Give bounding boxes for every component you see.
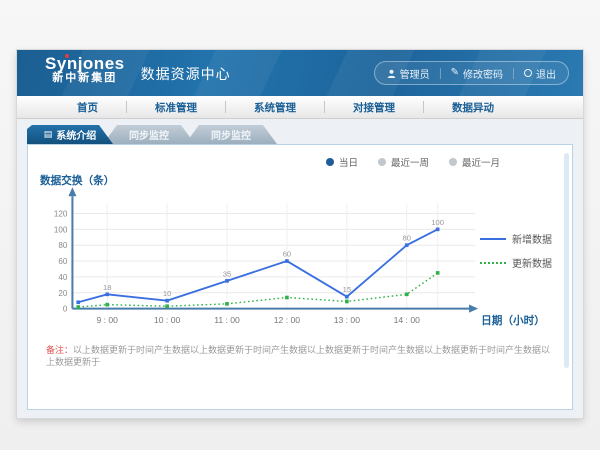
user-menu-change-password-label: 修改密码 (463, 66, 503, 81)
content-area: ▤ 系统介绍 同步监控 同步监控 当日 (17, 119, 583, 418)
blue-line-swatch (480, 238, 506, 240)
nav-item-home[interactable]: 首页 (49, 100, 126, 115)
main-nav: 首页 标准管理 系统管理 对接管理 数据异动 (17, 96, 583, 119)
document-icon: ▤ (44, 130, 53, 139)
user-menu: 管理员 ✎ 修改密码 退出 (374, 61, 569, 85)
tab-sync-monitor-2[interactable]: 同步监控 (185, 125, 277, 144)
chart-area: 数据交换（条） 日期（小时） 0 20 40 60 80 100 120 9 : 00 10 : 0… (36, 171, 564, 343)
legend-item-updated-data: 更新数据 (480, 255, 562, 270)
svg-text:18: 18 (103, 283, 111, 292)
tab-bar: ▤ 系统介绍 同步监控 同步监控 (27, 125, 583, 144)
logo-text: Synjones (45, 55, 125, 73)
page-title: 数据资源中心 (141, 64, 231, 84)
green-dotted-swatch (480, 262, 506, 264)
time-range-filter: 当日 最近一周 最近一月 (326, 155, 500, 169)
svg-text:35: 35 (223, 269, 231, 278)
svg-text:12 : 00: 12 : 00 (274, 315, 301, 325)
tab-label: 同步监控 (129, 127, 169, 142)
svg-text:60: 60 (58, 257, 67, 266)
svg-text:日期（小时）: 日期（小时） (481, 314, 545, 327)
power-icon (524, 69, 532, 77)
tab-label: 同步监控 (211, 127, 251, 142)
tab-sync-monitor-1[interactable]: 同步监控 (103, 125, 195, 144)
user-menu-change-password[interactable]: ✎ 修改密码 (451, 66, 503, 81)
svg-text:0: 0 (63, 305, 68, 314)
svg-text:100: 100 (54, 225, 68, 234)
user-menu-admin[interactable]: 管理员 (387, 66, 430, 81)
svg-text:60: 60 (283, 249, 291, 258)
logo-y-accent: y (57, 54, 67, 73)
user-icon (387, 69, 396, 78)
radio-last-month[interactable]: 最近一月 (449, 155, 500, 169)
user-menu-admin-label: 管理员 (400, 66, 430, 81)
edit-icon: ✎ (451, 68, 459, 78)
company-logo: Synjones 新中新集团 (45, 55, 125, 84)
footnote-text: 以上数据更新于时间产生数据以上数据更新于时间产生数据以上数据更新于时间产生数据以… (46, 345, 550, 368)
legend-label: 新增数据 (512, 231, 552, 246)
svg-text:数据交换（条）: 数据交换（条） (40, 174, 114, 187)
user-menu-logout[interactable]: 退出 (524, 66, 556, 81)
svg-text:120: 120 (54, 210, 68, 219)
radio-label: 最近一月 (462, 155, 500, 169)
nav-item-standard-mgmt[interactable]: 标准管理 (127, 100, 225, 115)
user-menu-logout-label: 退出 (536, 66, 556, 81)
svg-text:13 : 00: 13 : 00 (334, 315, 361, 325)
radio-dot (449, 158, 457, 166)
logo-subtitle: 新中新集团 (45, 73, 125, 85)
brand: Synjones 新中新集团 数据资源中心 (45, 55, 231, 84)
app-window: Synjones 新中新集团 数据资源中心 管理员 ✎ 修改密码 退 (17, 50, 583, 418)
radio-last-week[interactable]: 最近一周 (378, 155, 429, 169)
svg-text:15: 15 (343, 285, 351, 294)
radio-dot (326, 158, 334, 166)
header: Synjones 新中新集团 数据资源中心 管理员 ✎ 修改密码 退 (17, 50, 583, 96)
svg-text:11 : 00: 11 : 00 (214, 315, 240, 325)
nav-item-interface-mgmt[interactable]: 对接管理 (325, 100, 423, 115)
chart-panel: 当日 最近一周 最近一月 数据交换（条） 日期（小时） 0 20 40 60 80 100 12… (27, 144, 573, 410)
svg-text:40: 40 (58, 273, 67, 282)
divider (440, 68, 441, 79)
radio-label: 当日 (339, 155, 358, 169)
nav-item-system-mgmt[interactable]: 系统管理 (226, 100, 324, 115)
legend-label: 更新数据 (512, 255, 552, 270)
nav-item-data-change[interactable]: 数据异动 (424, 100, 522, 115)
divider (513, 68, 514, 79)
radio-today[interactable]: 当日 (326, 155, 358, 169)
svg-text:100: 100 (431, 218, 444, 227)
legend-item-new-data: 新增数据 (480, 231, 562, 246)
tab-label: 系统介绍 (56, 127, 96, 142)
svg-text:10: 10 (163, 289, 171, 298)
svg-text:14 : 00: 14 : 00 (394, 315, 421, 325)
svg-text:10 : 00: 10 : 00 (154, 315, 181, 325)
svg-text:9 : 00: 9 : 00 (96, 315, 118, 325)
radio-dot (378, 158, 386, 166)
footnote: 备注：以上数据更新于时间产生数据以上数据更新于时间产生数据以上数据更新于时间产生… (46, 344, 558, 369)
svg-text:80: 80 (403, 234, 411, 243)
tab-system-intro[interactable]: ▤ 系统介绍 (27, 125, 113, 144)
footnote-label: 备注： (46, 345, 73, 355)
chart-legend: 新增数据 更新数据 (480, 231, 562, 270)
scrollbar[interactable] (564, 153, 569, 368)
radio-label: 最近一周 (391, 155, 429, 169)
svg-text:80: 80 (58, 241, 67, 250)
svg-text:20: 20 (58, 289, 67, 298)
page: Synjones 新中新集团 数据资源中心 管理员 ✎ 修改密码 退 (0, 0, 600, 450)
